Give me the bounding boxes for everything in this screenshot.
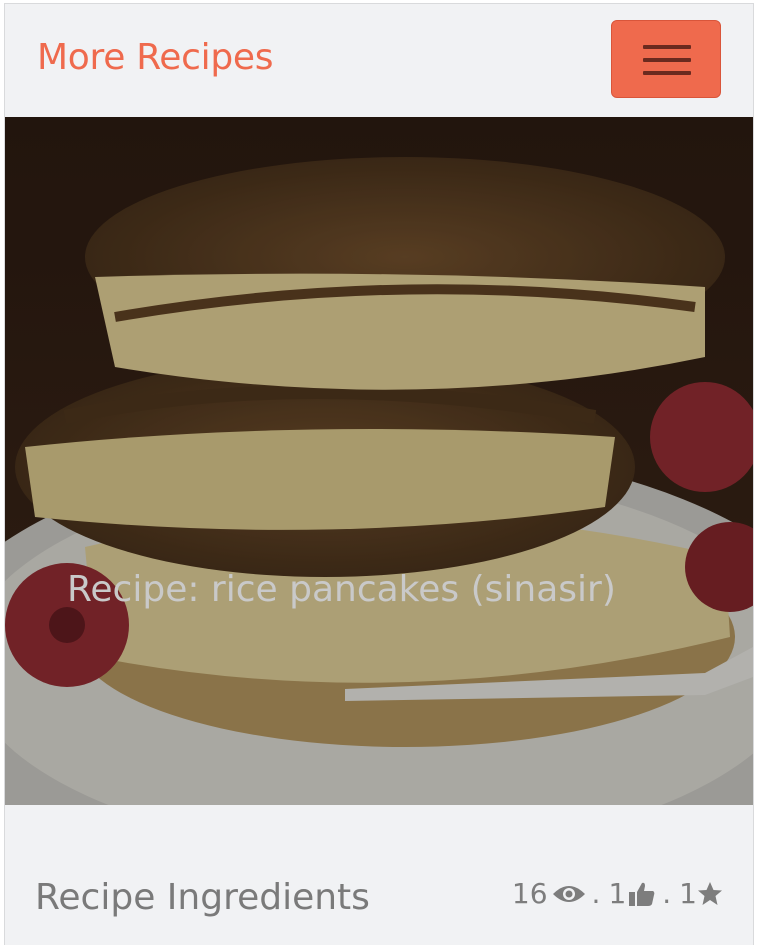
menu-toggle-button[interactable]	[611, 20, 721, 98]
stats-separator: .	[591, 877, 601, 910]
stats-separator: .	[662, 877, 672, 910]
brand-link[interactable]: More Recipes	[37, 37, 273, 78]
favorites-count: 1	[679, 877, 697, 910]
recipe-title-caption: Recipe: rice pancakes (sinasir)	[67, 569, 616, 610]
recipe-image: Recipe: rice pancakes (sinasir)	[5, 117, 753, 805]
likes-count: 1	[608, 877, 627, 910]
section-title: Recipe Ingredients	[35, 877, 370, 918]
card-body: Recipe Ingredients 16 . 1 . 1	[5, 805, 753, 945]
navbar: More Recipes	[5, 4, 753, 117]
views-count: 16	[511, 877, 548, 910]
thumbs-up-icon[interactable]	[628, 881, 656, 907]
recipe-stats: 16 . 1 . 1	[512, 877, 723, 910]
eye-icon	[552, 882, 586, 906]
recipe-card: More Recipes Recipe: rice pancakes (sina…	[4, 3, 754, 945]
star-icon[interactable]	[697, 881, 723, 907]
